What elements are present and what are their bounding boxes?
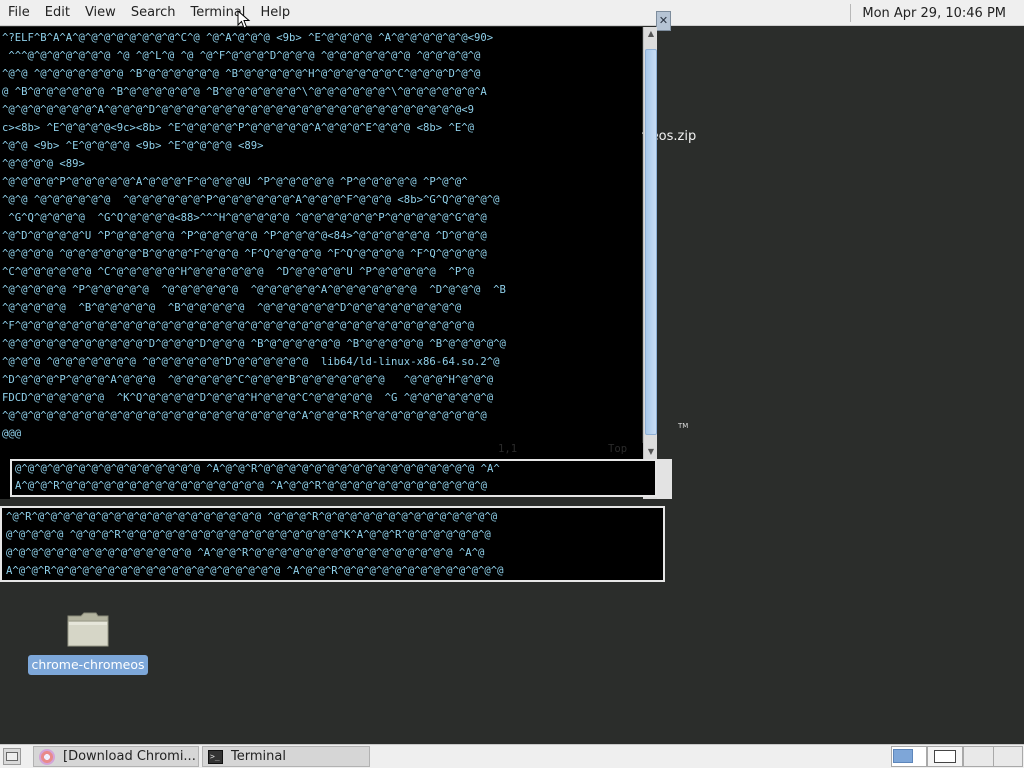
menu-edit[interactable]: Edit [45, 0, 70, 26]
terminal-third-output[interactable]: ^@^R^@^@^@^@^@^@^@^@^@^@^@^@^@^@^@^@^@^@… [0, 506, 665, 582]
mouse-cursor-icon [237, 10, 251, 29]
terminal-line: ^@^@^@^@^@^@^@^@^@^@^@^D^@^@^@^D^@^@^@ ^… [2, 338, 506, 350]
show-desktop-button[interactable] [3, 748, 21, 765]
terminal-line: ^@^@^@^@^@ ^B^@^@^@^@^@ ^B^@^@^@^@^@ ^@^… [2, 302, 462, 314]
editor-status-line: 1,1 Top [0, 443, 643, 459]
taskbar-terminal-button[interactable]: >_ Terminal [202, 746, 370, 767]
terminal-second-output[interactable]: @^@^@^@^@^@^@^@^@^@^@^@^@^@^@ ^A^@^@^R^@… [10, 459, 657, 497]
window-frame [0, 459, 10, 499]
window-frame [657, 459, 672, 499]
terminal-line: ^@^@^@ ^@^@^@^@^@^@^@ ^@^@^@^@^@^@^D^@^@… [2, 356, 500, 368]
workspace-window-icon [893, 749, 913, 763]
clock[interactable]: Mon Apr 29, 10:46 PM [862, 6, 1006, 21]
terminal-line: ^@^@ ^@^@^@^@^@^@ ^@^@^@^@^@^@^P^@^@^@^@… [2, 194, 500, 206]
terminal-line: ^^^@^@^@^@^@^@^@ ^@ ^@^L^@ ^@ ^@^F^@^@^@… [2, 50, 481, 62]
terminal-line: @ ^B^@^@^@^@^@^@ ^B^@^@^@^@^@^@ ^B^@^@^@… [2, 86, 487, 98]
terminal-line: ^@^@^@^@^@^@^@^A^@^@^@^D^@^@^@^@^@^@^@^@… [2, 104, 474, 116]
taskbar: [Download Chromi... >_ Terminal [0, 744, 1024, 768]
terminal-line: A^@^@^R^@^@^@^@^@^@^@^@^@^@^@^@^@^@^@^@^… [6, 565, 504, 577]
terminal-line: ^@^@^@^@^@^@^@^@^@^@^@^@^@^@^@^@^@^@^@^@… [2, 410, 487, 422]
terminal-line: @@@ [2, 428, 22, 440]
terminal-main-text: ^?ELF^B^A^A^@^@^@^@^@^@^@^@^C^@ ^@^A^@^@… [2, 29, 642, 443]
terminal-line: ^@^@ ^@^@^@^@^@^@^@ ^B^@^@^@^@^@^@ ^B^@^… [2, 68, 481, 80]
chromium-icon [39, 748, 55, 765]
scroll-up-arrow-icon[interactable]: ▲ [644, 27, 658, 41]
menu-file[interactable]: File [8, 0, 30, 26]
terminal-line: c><8b> ^E^@^@^@^@<9c><8b> ^E^@^@^@^@^P^@… [2, 122, 474, 134]
workspace-4-button[interactable] [993, 746, 1023, 767]
terminal-line: A^@^@^R^@^@^@^@^@^@^@^@^@^@^@^@^@^@^@^@ … [15, 480, 487, 492]
clock-area: Mon Apr 29, 10:46 PM [850, 0, 1024, 26]
scroll-down-arrow-icon[interactable]: ▼ [644, 445, 658, 459]
terminal-line: ^G^Q^@^@^@^@ ^G^Q^@^@^@^@<88>^^^H^@^@^@^… [2, 212, 487, 224]
scroll-position: Top [608, 443, 628, 455]
terminal-line: @^@^@^@^@^@^@^@^@^@^@^@^@^@^@ ^A^@^@^R^@… [6, 547, 485, 559]
folder-label[interactable]: chrome-chromeos [28, 655, 148, 675]
trademark-mark: TM [678, 422, 689, 430]
terminal-line: ^@^D^@^@^@^@^U ^P^@^@^@^@^@ ^P^@^@^@^@^@… [2, 230, 487, 242]
terminal-line: ^F^@^@^@^@^@^@^@^@^@^@^@^@^@^@^@^@^@^@^@… [2, 320, 474, 332]
terminal-line: ^@^@^@^@^@ ^P^@^@^@^@^@ ^@^@^@^@^@^@ ^@^… [2, 284, 506, 296]
show-desktop-icon [6, 752, 18, 761]
workspace-window-icon [934, 750, 956, 763]
terminal-line: ^@^R^@^@^@^@^@^@^@^@^@^@^@^@^@^@^@^@^@^@… [6, 511, 498, 523]
menu-view[interactable]: View [85, 0, 116, 26]
cursor-position: 1,1 [498, 443, 518, 455]
terminal-menubar: File Edit View Search Terminal Help [0, 0, 305, 26]
terminal-line: ^C^@^@^@^@^@^@ ^C^@^@^@^@^@^H^@^@^@^@^@^… [2, 266, 474, 278]
taskbar-chromium-label: [Download Chromi... [63, 749, 196, 764]
terminal-main-output[interactable]: ^?ELF^B^A^A^@^@^@^@^@^@^@^@^C^@ ^@^A^@^@… [0, 27, 642, 443]
terminal-line: @^@^@^@^@^@^@^@^@^@^@^@^@^@^@ ^A^@^@^R^@… [15, 463, 500, 475]
folder-icon[interactable] [66, 610, 110, 648]
terminal-line: @^@^@^@^@ ^@^@^@^R^@^@^@^@^@^@^@^@^@^@^@… [6, 529, 491, 541]
terminal-third-text: ^@^R^@^@^@^@^@^@^@^@^@^@^@^@^@^@^@^@^@^@… [2, 508, 663, 580]
terminal-line: ^@^@^@^@^P^@^@^@^@^@^A^@^@^@^F^@^@^@^@U … [2, 176, 468, 188]
terminal-line: ^?ELF^B^A^A^@^@^@^@^@^@^@^@^C^@ ^@^A^@^@… [2, 32, 494, 44]
workspace-2-button[interactable] [927, 746, 963, 767]
panel-separator [850, 4, 852, 22]
terminal-second-text: @^@^@^@^@^@^@^@^@^@^@^@^@^@^@ ^A^@^@^R^@… [12, 461, 655, 495]
top-panel: File Edit View Search Terminal Help Mon … [0, 0, 1024, 26]
terminal-line: FDCD^@^@^@^@^@^@ ^K^Q^@^@^@^@^D^@^@^@^H^… [2, 392, 494, 404]
terminal-line: ^@^@ <9b> ^E^@^@^@^@ <9b> ^E^@^@^@^@ <89… [2, 140, 264, 152]
terminal-line: ^@^@^@^@ <89> [2, 158, 85, 170]
scrollbar-thumb[interactable] [645, 49, 657, 435]
terminal-line: ^D^@^@^@^P^@^@^@^A^@^@^@ ^@^@^@^@^@^C^@^… [2, 374, 494, 386]
menu-help[interactable]: Help [260, 0, 290, 26]
workspace-1-button[interactable] [891, 746, 927, 767]
menu-search[interactable]: Search [131, 0, 176, 26]
window-close-icon[interactable]: ✕ [656, 11, 671, 31]
terminal-line: ^@^@^@^@ ^@^@^@^@^@^@^B^@^@^@^F^@^@^@ ^F… [2, 248, 487, 260]
terminal-icon: >_ [208, 749, 223, 764]
terminal-scrollbar[interactable]: ▲ ▼ [643, 27, 657, 459]
taskbar-terminal-label: Terminal [231, 749, 286, 764]
taskbar-chromium-button[interactable]: [Download Chromi... [33, 746, 199, 767]
